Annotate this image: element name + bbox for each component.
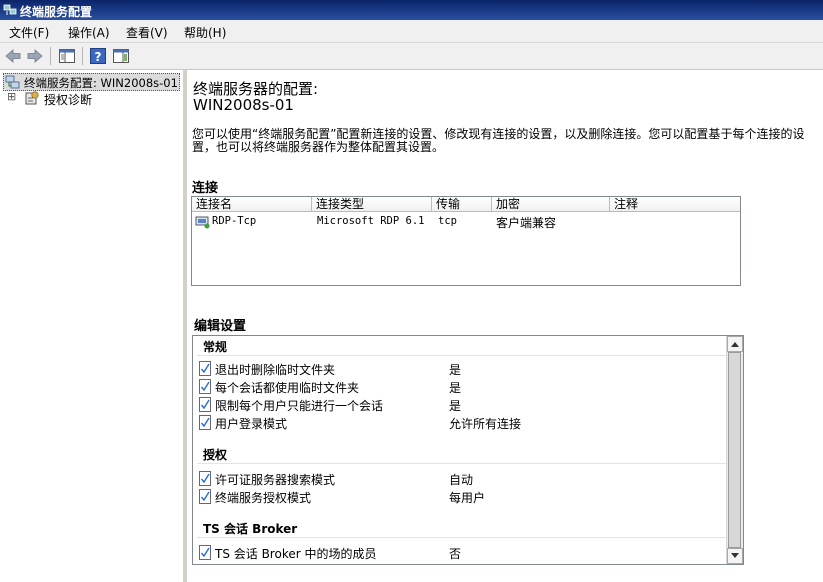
property-icon — [199, 415, 211, 430]
expand-toggle-icon[interactable]: ⊞ — [7, 91, 16, 103]
setting-row[interactable]: 终端服务授权模式 每用户 — [197, 488, 729, 505]
column-header-connection-type[interactable]: 连接类型 — [312, 197, 432, 212]
tree-item-licensing-diagnosis[interactable]: 授权诊断 — [24, 90, 174, 107]
property-icon — [199, 489, 211, 504]
menu-help[interactable]: 帮助(H) — [184, 24, 226, 41]
menu-bar: 文件(F) 操作(A) 查看(V) 帮助(H) — [0, 20, 823, 43]
toolbar-separator — [50, 47, 51, 65]
svg-text:?: ? — [95, 50, 102, 64]
chevron-up-icon — [731, 342, 739, 347]
setting-value: 是 — [449, 399, 462, 413]
table-row[interactable]: RDP-Tcp Microsoft RDP 6.1 tcp 客户端兼容 — [192, 213, 740, 231]
column-header-comment[interactable]: 注释 — [610, 197, 740, 212]
setting-label: TS 会话 Broker 中的场的成员 — [215, 547, 377, 561]
tree-root-label: 终端服务配置: WIN2008s-01 — [24, 76, 178, 90]
toolbar: ? — [0, 43, 823, 70]
show-action-pane-icon[interactable] — [112, 47, 130, 65]
group-title-licensing: 授权 — [203, 448, 228, 462]
setting-value: 否 — [449, 547, 462, 561]
setting-row[interactable]: 许可证服务器搜索模式 自动 — [197, 470, 729, 487]
group-title-general: 常规 — [203, 340, 228, 354]
terminal-services-icon — [5, 75, 20, 89]
property-icon — [199, 379, 211, 394]
setting-row[interactable]: 用户登录模式 允许所有连接 — [197, 414, 729, 431]
vertical-scrollbar[interactable] — [726, 336, 743, 564]
group-divider — [197, 537, 729, 538]
scroll-down-button[interactable] — [727, 548, 743, 564]
menu-file[interactable]: 文件(F) — [9, 24, 49, 41]
menu-view[interactable]: 查看(V) — [126, 24, 168, 41]
tree-child-label: 授权诊断 — [44, 93, 93, 107]
setting-row[interactable]: 每个会话都使用临时文件夹 是 — [197, 378, 729, 395]
tree-item-terminal-services-config[interactable]: 终端服务配置: WIN2008s-01 — [3, 73, 180, 91]
column-header-encryption[interactable]: 加密 — [492, 197, 610, 212]
back-arrow-icon[interactable] — [4, 47, 22, 65]
setting-label: 限制每个用户只能进行一个会话 — [215, 399, 384, 413]
column-header-connection-name[interactable]: 连接名 — [192, 197, 312, 212]
connections-table: 连接名 连接类型 传输 加密 注释 RDP-Tcp Microsoft RDP … — [191, 196, 741, 286]
cell-encryption: 客户端兼容 — [496, 216, 557, 230]
chevron-down-icon — [731, 553, 739, 558]
setting-label: 用户登录模式 — [215, 417, 288, 431]
setting-value: 允许所有连接 — [449, 417, 522, 431]
setting-row[interactable]: TS 会话 Broker 中的场的成员 否 — [197, 544, 729, 561]
property-icon — [199, 545, 211, 560]
setting-value: 是 — [449, 363, 462, 377]
connection-icon — [195, 216, 210, 229]
setting-row[interactable]: 限制每个用户只能进行一个会话 是 — [197, 396, 729, 413]
setting-value: 自动 — [449, 473, 474, 487]
connections-section-title: 连接 — [192, 181, 219, 196]
terminal-services-icon — [3, 4, 17, 15]
description-text: 您可以使用“终端服务配置”配置新连接的设置、修改现有连接的设置，以及删除连接。您… — [192, 127, 805, 154]
setting-label: 许可证服务器搜索模式 — [215, 473, 336, 487]
settings-list: 常规 退出时删除临时文件夹 是 每个会话都使用临时文件夹 是 限制每个用户只能进… — [192, 335, 744, 565]
help-icon[interactable]: ? — [89, 47, 107, 65]
setting-label: 每个会话都使用临时文件夹 — [215, 381, 360, 395]
setting-value: 每用户 — [449, 491, 486, 505]
edit-settings-section-title: 编辑设置 — [194, 319, 247, 334]
property-icon — [199, 397, 211, 412]
server-name: WIN2008s-01 — [193, 96, 294, 114]
setting-label: 退出时删除临时文件夹 — [215, 363, 336, 377]
column-header-transport[interactable]: 传输 — [432, 197, 492, 212]
window-title-bar[interactable]: 终端服务配置 — [0, 0, 823, 20]
setting-label: 终端服务授权模式 — [215, 491, 312, 505]
setting-row[interactable]: 退出时删除临时文件夹 是 — [197, 360, 729, 377]
group-title-ts-session-broker: TS 会话 Broker — [203, 522, 298, 536]
menu-action[interactable]: 操作(A) — [68, 24, 110, 41]
forward-arrow-icon[interactable] — [26, 47, 44, 65]
show-hide-tree-icon[interactable] — [58, 47, 76, 65]
group-divider — [197, 355, 729, 356]
scroll-thumb[interactable] — [728, 352, 741, 548]
group-divider — [197, 463, 729, 464]
details-pane: 终端服务器的配置: WIN2008s-01 您可以使用“终端服务配置”配置新连接… — [187, 70, 823, 582]
licensing-diagnosis-icon — [25, 91, 39, 105]
property-icon — [199, 361, 211, 376]
toolbar-separator — [82, 47, 83, 65]
cell-connection-type: Microsoft RDP 6.1 — [317, 215, 425, 227]
cell-connection-name: RDP-Tcp — [212, 215, 257, 227]
setting-value: 是 — [449, 381, 462, 395]
scroll-up-button[interactable] — [727, 336, 743, 352]
window-title: 终端服务配置 — [20, 5, 93, 19]
property-icon — [199, 471, 211, 486]
console-tree: 终端服务配置: WIN2008s-01 ⊞ 授权诊断 — [0, 70, 187, 582]
cell-transport: tcp — [438, 215, 457, 227]
